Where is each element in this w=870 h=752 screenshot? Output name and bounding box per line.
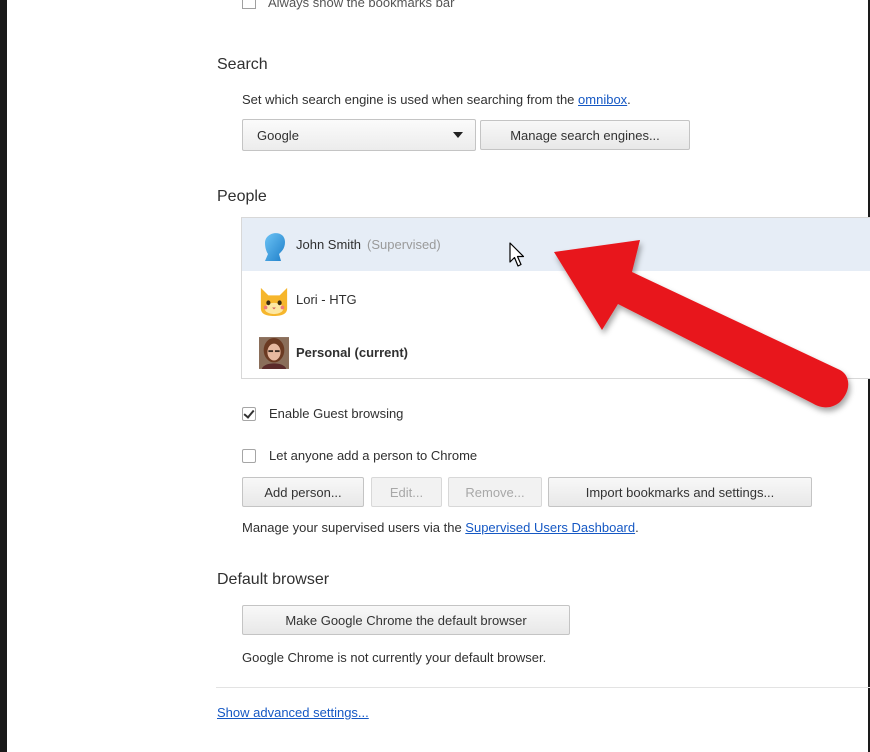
default-browser-section-title: Default browser bbox=[217, 571, 330, 588]
manage-search-engines-button[interactable]: Manage search engines... bbox=[480, 120, 690, 150]
cat-avatar-icon bbox=[259, 281, 289, 319]
blue-person-avatar-icon bbox=[259, 226, 289, 264]
show-advanced-settings-link[interactable]: Show advanced settings... bbox=[217, 705, 369, 720]
add-person-button[interactable]: Add person... bbox=[242, 477, 364, 507]
bookmarks-bar-option[interactable]: Always show the bookmarks bar bbox=[242, 0, 454, 10]
enable-guest-label: Enable Guest browsing bbox=[269, 406, 404, 421]
search-section-title: Search bbox=[217, 56, 268, 73]
let-anyone-checkbox[interactable] bbox=[242, 448, 256, 463]
make-default-browser-button[interactable]: Make Google Chrome the default browser bbox=[242, 605, 570, 635]
window-left-border bbox=[0, 0, 7, 752]
photo-avatar-icon bbox=[259, 334, 289, 372]
import-bookmarks-button[interactable]: Import bookmarks and settings... bbox=[548, 477, 812, 507]
edit-person-button[interactable]: Edit... bbox=[371, 477, 442, 507]
dropdown-arrow-icon bbox=[453, 132, 463, 138]
let-anyone-label: Let anyone add a person to Chrome bbox=[269, 448, 478, 463]
default-browser-status: Google Chrome is not currently your defa… bbox=[242, 650, 547, 665]
enable-guest-checkbox[interactable] bbox=[242, 406, 256, 421]
let-anyone-option[interactable]: Let anyone add a person to Chrome bbox=[242, 448, 477, 463]
bookmarks-bar-checkbox[interactable] bbox=[242, 0, 256, 9]
person-name: Personal (current) bbox=[296, 345, 408, 360]
search-description: Set which search engine is used when sea… bbox=[242, 92, 631, 107]
bookmarks-bar-label: Always show the bookmarks bar bbox=[268, 0, 455, 10]
search-engine-value: Google bbox=[257, 127, 299, 143]
mouse-cursor-icon bbox=[509, 242, 525, 267]
person-name: John Smith bbox=[296, 237, 362, 252]
enable-guest-option[interactable]: Enable Guest browsing bbox=[242, 406, 403, 421]
search-engine-select[interactable]: Google bbox=[242, 119, 476, 151]
people-section-title: People bbox=[217, 188, 267, 205]
omnibox-link[interactable]: omnibox bbox=[578, 92, 627, 107]
divider bbox=[216, 687, 870, 688]
person-name: Lori - HTG bbox=[296, 292, 357, 307]
supervised-users-dashboard-link[interactable]: Supervised Users Dashboard bbox=[465, 520, 635, 535]
supervised-users-text: Manage your supervised users via the Sup… bbox=[242, 520, 639, 535]
remove-person-button[interactable]: Remove... bbox=[448, 477, 542, 507]
red-arrow-annotation bbox=[554, 240, 849, 408]
supervised-tag: (Supervised) bbox=[367, 237, 441, 252]
